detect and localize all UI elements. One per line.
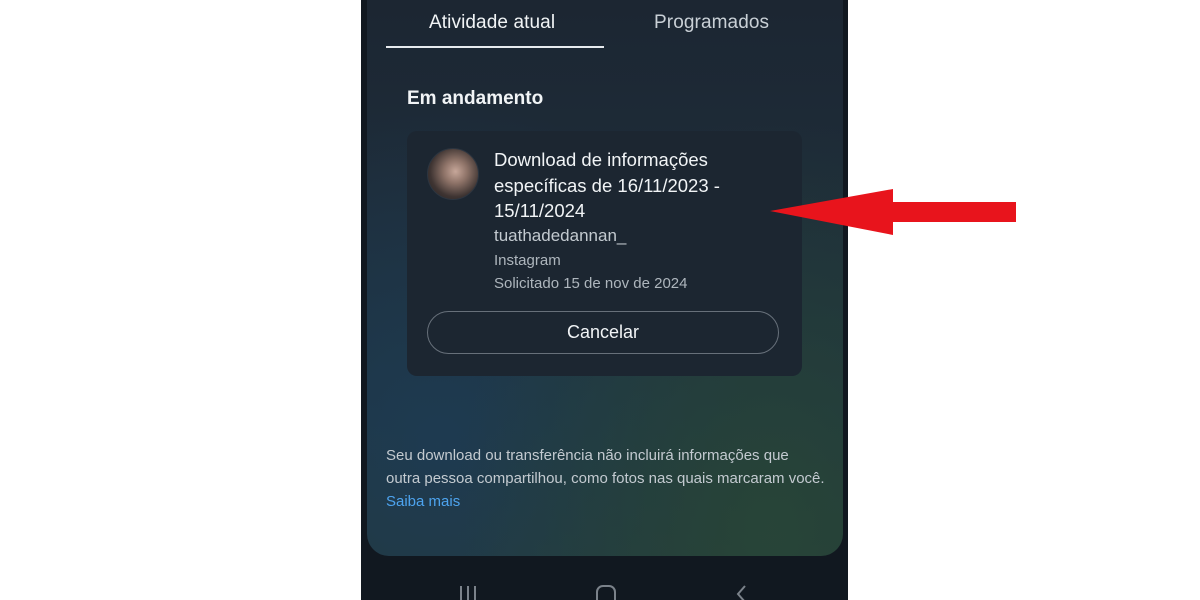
back-icon[interactable] [733,584,749,600]
avatar [427,148,479,200]
request-username: tuathadedannan_ [494,226,627,245]
section-title: Em andamento [407,88,544,109]
tab-current-activity[interactable]: Atividade atual [429,12,555,34]
tab-scheduled[interactable]: Programados [654,12,769,34]
request-title: Download de informações específicas de 1… [494,149,720,221]
footnote: Seu download ou transferência não inclui… [386,444,826,513]
annotation-arrow-icon [770,189,1016,235]
request-platform: Instagram [494,252,561,269]
request-date: Solicitado 15 de nov de 2024 [494,275,688,292]
phone-screen: Atividade atual Programados Em andamento… [361,0,848,600]
cancel-button[interactable]: Cancelar [427,311,779,354]
tab-bar: Atividade atual Programados [367,0,843,48]
activity-sheet: Atividade atual Programados Em andamento… [367,0,843,556]
learn-more-link[interactable]: Saiba mais [386,493,460,510]
system-nav-bar [361,556,848,600]
active-tab-indicator [386,46,604,48]
recents-icon[interactable] [457,584,479,600]
request-card: Download de informações específicas de 1… [407,131,802,376]
footnote-text: Seu download ou transferência não inclui… [386,447,825,487]
home-icon[interactable] [594,584,618,600]
